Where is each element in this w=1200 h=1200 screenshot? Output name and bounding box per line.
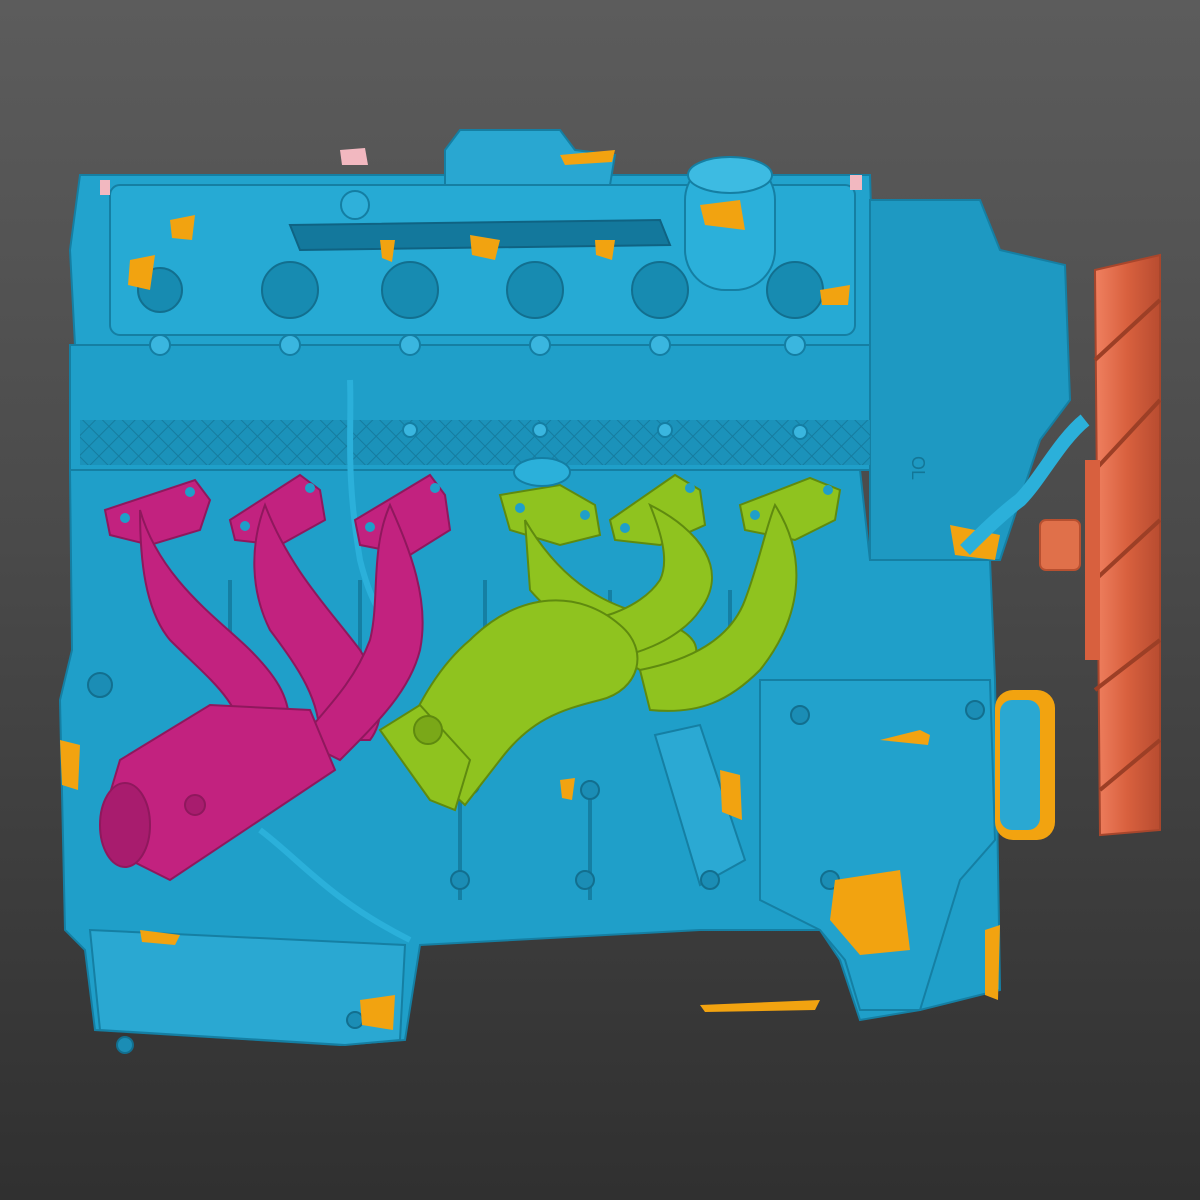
cooling-fan[interactable] — [1085, 253, 1162, 837]
oil-filler-cap-top — [687, 156, 773, 194]
o2-sensor-port-rear — [413, 715, 443, 745]
timing-cover[interactable] — [869, 199, 1072, 561]
coil-rail-bolt — [340, 190, 370, 220]
3d-viewport[interactable]: OL — [0, 0, 1200, 1200]
engine-model[interactable]: OL — [0, 0, 1200, 1200]
head-mesh-band — [80, 420, 870, 465]
oil-filler-cap-area — [340, 148, 368, 165]
corner-cap-right — [850, 175, 862, 190]
crank-pulley[interactable] — [995, 690, 1055, 840]
valve-cover-stamp: OL — [908, 456, 928, 480]
fan-hub[interactable] — [1039, 519, 1081, 571]
corner-cap-left — [100, 180, 110, 195]
exhaust-port-stub — [513, 457, 571, 487]
header-outlet — [99, 782, 151, 868]
o2-sensor-port — [184, 794, 206, 816]
